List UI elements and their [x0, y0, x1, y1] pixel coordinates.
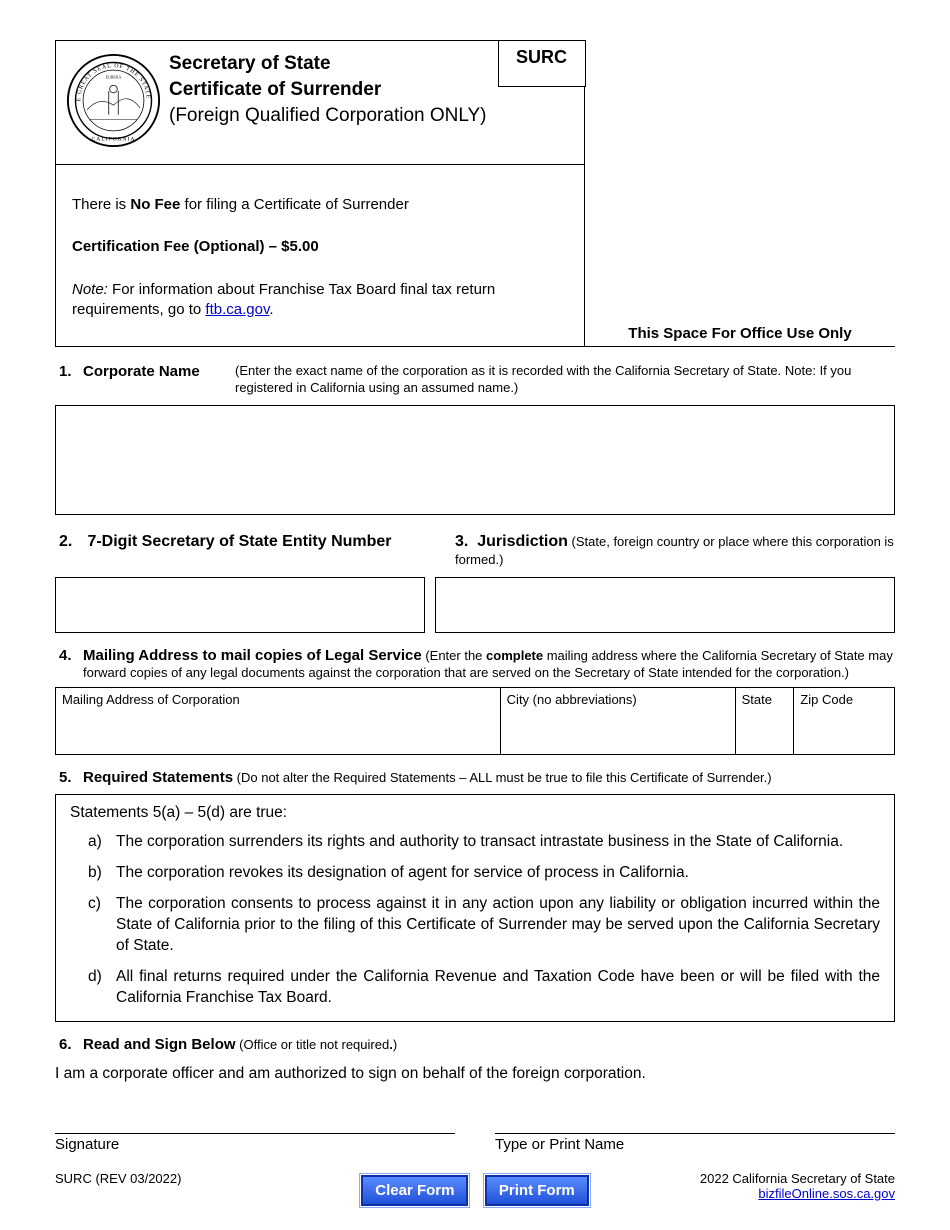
- ftb-link[interactable]: ftb.ca.gov: [205, 301, 269, 318]
- mailing-address-table: Mailing Address of Corporation City (no …: [55, 687, 895, 756]
- no-fee-bold: No Fee: [130, 196, 180, 213]
- mail-address-input[interactable]: [56, 731, 501, 755]
- mail-zip-input[interactable]: [794, 731, 895, 755]
- statement-a-text: The corporation surrenders its rights an…: [116, 832, 880, 853]
- office-use-area: This Space For Office Use Only: [585, 40, 895, 347]
- print-form-button[interactable]: Print Form: [485, 1175, 589, 1206]
- state-seal-icon: THE GREAT SEAL OF THE STATE OF CALIFORNI…: [66, 53, 161, 148]
- note-period: .: [269, 301, 273, 318]
- corporate-name-input[interactable]: [55, 405, 895, 515]
- print-name-col: Type or Print Name: [495, 1133, 895, 1153]
- statement-c: c) The corporation consents to process a…: [70, 894, 880, 957]
- section-6-head: 6. Read and Sign Below (Office or title …: [55, 1036, 895, 1053]
- section-3-title: Jurisdiction: [477, 533, 568, 550]
- left-column: THE GREAT SEAL OF THE STATE OF CALIFORNI…: [55, 40, 585, 347]
- signature-label: Signature: [55, 1133, 455, 1153]
- jurisdiction-input[interactable]: [435, 577, 895, 633]
- clear-form-button[interactable]: Clear Form: [361, 1175, 468, 1206]
- statement-a-letter: a): [70, 832, 116, 853]
- office-use-label: This Space For Office Use Only: [585, 325, 895, 347]
- declaration-text: I am a corporate officer and am authoriz…: [55, 1065, 895, 1083]
- no-fee-prefix: There is: [72, 196, 130, 213]
- header-line-3: (Foreign Qualified Corporation ONLY): [169, 105, 574, 127]
- svg-text:CALIFORNIA: CALIFORNIA: [92, 136, 136, 142]
- note-line: Note: For information about Franchise Ta…: [72, 280, 568, 321]
- section-5-head: 5. Required Statements (Do not alter the…: [55, 769, 895, 786]
- bizfile-link[interactable]: bizfileOnline.sos.ca.gov: [758, 1186, 895, 1201]
- mail-col-state: State: [735, 687, 794, 731]
- form-code: SURC: [498, 40, 586, 87]
- mail-city-input[interactable]: [500, 731, 735, 755]
- no-fee-line: There is No Fee for filing a Certificate…: [72, 195, 568, 215]
- section-1-paren: (Enter the exact name of the corporation…: [235, 363, 895, 397]
- statement-d-letter: d): [70, 967, 116, 1009]
- cert-fee-label: Certification Fee (Optional) – $5.00: [72, 238, 319, 255]
- statement-c-letter: c): [70, 894, 116, 957]
- footer-right: 2022 California Secretary of State bizfi…: [700, 1171, 895, 1201]
- form-page: THE GREAT SEAL OF THE STATE OF CALIFORNI…: [0, 0, 950, 1226]
- no-fee-suffix: for filing a Certificate of Surrender: [180, 196, 408, 213]
- section-3-head: 3. Jurisdiction (State, foreign country …: [445, 533, 895, 569]
- statement-d: d) All final returns required under the …: [70, 967, 880, 1009]
- section-1-head: 1. Corporate Name (Enter the exact name …: [55, 363, 895, 397]
- note-text: For information about Franchise Tax Boar…: [72, 281, 495, 318]
- section-4-head: 4. Mailing Address to mail copies of Leg…: [55, 647, 895, 681]
- section-1-num: 1.: [55, 363, 83, 380]
- mail-col-address: Mailing Address of Corporation: [56, 687, 501, 731]
- footer-right-1: 2022 California Secretary of State: [700, 1171, 895, 1186]
- print-name-label: Type or Print Name: [495, 1133, 895, 1153]
- section-1-title: Corporate Name: [83, 363, 200, 380]
- section-5-title: Required Statements: [83, 769, 233, 786]
- section-5-paren: (Do not alter the Required Statements – …: [233, 770, 772, 785]
- statement-b-letter: b): [70, 863, 116, 884]
- section-3-num: 3.: [455, 533, 468, 550]
- statement-b: b) The corporation revokes its designati…: [70, 863, 880, 884]
- statements-box: Statements 5(a) – 5(d) are true: a) The …: [55, 794, 895, 1021]
- cert-fee-line: Certification Fee (Optional) – $5.00: [72, 237, 568, 257]
- signature-col: Signature: [55, 1133, 455, 1153]
- section-2-num: 2.: [55, 533, 83, 551]
- statement-a: a) The corporation surrenders its rights…: [70, 832, 880, 853]
- signature-row: Signature Type or Print Name: [55, 1133, 895, 1153]
- svg-text:EUREKA: EUREKA: [106, 76, 122, 80]
- section-4-title: Mailing Address to mail copies of Legal …: [83, 647, 422, 664]
- statement-c-text: The corporation consents to process agai…: [116, 894, 880, 957]
- section-6-title: Read and Sign Below: [83, 1036, 236, 1053]
- section-6-num: 6.: [55, 1036, 83, 1053]
- mail-col-city: City (no abbreviations): [500, 687, 735, 731]
- statement-b-text: The corporation revokes its designation …: [116, 863, 880, 884]
- top-wrapper: THE GREAT SEAL OF THE STATE OF CALIFORNI…: [55, 40, 895, 347]
- section-2-title: 7-Digit Secretary of State Entity Number: [87, 533, 391, 550]
- statement-d-text: All final returns required under the Cal…: [116, 967, 880, 1009]
- fee-box: There is No Fee for filing a Certificate…: [55, 165, 585, 347]
- mail-col-zip: Zip Code: [794, 687, 895, 731]
- section-5-num: 5.: [55, 769, 83, 786]
- header-box: THE GREAT SEAL OF THE STATE OF CALIFORNI…: [55, 40, 585, 165]
- statements-list: a) The corporation surrenders its rights…: [70, 832, 880, 1008]
- section-2-head: 2. 7-Digit Secretary of State Entity Num…: [55, 533, 445, 569]
- row-2-3-head: 2. 7-Digit Secretary of State Entity Num…: [55, 533, 895, 569]
- mail-state-input[interactable]: [735, 731, 794, 755]
- footer-left: SURC (REV 03/2022): [55, 1171, 181, 1186]
- statements-intro: Statements 5(a) – 5(d) are true:: [70, 803, 880, 824]
- section-4-num: 4.: [55, 647, 83, 664]
- row-2-3-inputs: [55, 577, 895, 633]
- entity-number-input[interactable]: [55, 577, 425, 633]
- section-6-paren: (Office or title not required.): [236, 1037, 398, 1052]
- note-prefix: Note:: [72, 281, 108, 298]
